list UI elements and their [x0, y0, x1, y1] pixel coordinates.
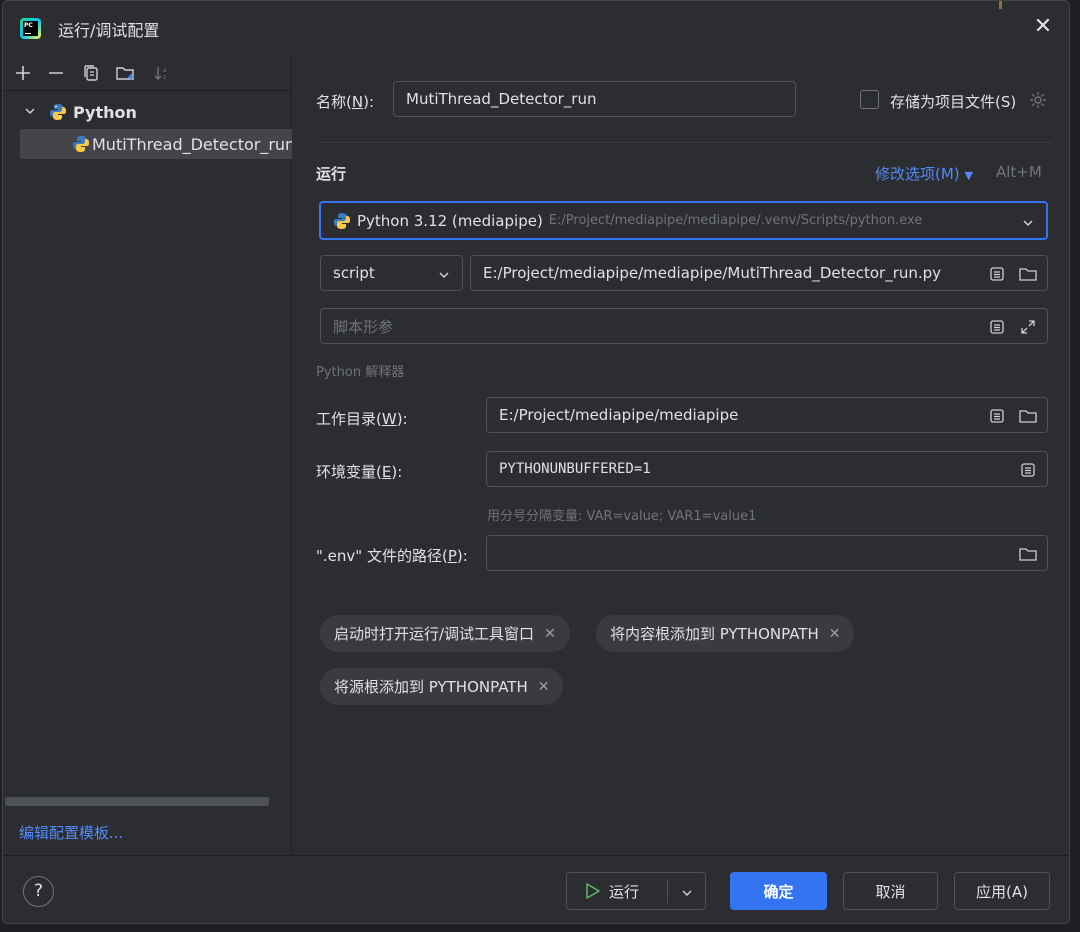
- name-label: 名称(N):: [316, 93, 374, 111]
- sort-icon: az: [150, 59, 174, 87]
- store-as-project-checkbox[interactable]: [860, 90, 879, 109]
- toolbar-divider: [3, 90, 292, 91]
- remove-chip-icon[interactable]: ✕: [538, 679, 550, 695]
- title-bar: PC 运行/调试配置 ✕: [3, 1, 1069, 55]
- python-run-config-icon: [72, 135, 90, 153]
- add-icon[interactable]: [11, 59, 35, 87]
- svg-text:a: a: [163, 67, 167, 74]
- tree-node-python[interactable]: Python: [20, 97, 137, 127]
- env-vars-hint: 用分号分隔变量: VAR=value; VAR1=value1: [487, 509, 757, 524]
- dialog-footer: ? 运行 确定 取消 应用(A): [3, 855, 1069, 923]
- svg-text:z: z: [163, 74, 166, 81]
- env-vars-input[interactable]: PYTHONUNBUFFERED=1: [486, 451, 1048, 487]
- interpreter-name: Python 3.12 (mediapipe): [357, 211, 543, 230]
- close-icon[interactable]: ✕: [1031, 15, 1055, 39]
- remove-chip-icon[interactable]: ✕: [544, 626, 556, 642]
- store-as-project-label: 存储为项目文件(S): [890, 93, 1017, 111]
- gear-icon[interactable]: [1028, 90, 1048, 114]
- chevron-down-icon[interactable]: [681, 885, 693, 903]
- dotenv-input[interactable]: [486, 535, 1048, 571]
- remove-chip-icon[interactable]: ✕: [829, 626, 841, 642]
- play-icon: [585, 882, 601, 900]
- config-editor: 名称(N): MutiThread_Detector_run 存储为项目文件(S…: [293, 55, 1069, 855]
- run-debug-config-dialog: PC 运行/调试配置 ✕ az Python MutiThread_Detect…: [2, 0, 1070, 924]
- expand-text-icon[interactable]: [987, 406, 1007, 426]
- help-button[interactable]: ?: [23, 876, 54, 907]
- script-type-select[interactable]: script: [320, 255, 463, 291]
- tree-node-config[interactable]: MutiThread_Detector_run: [20, 129, 292, 159]
- tree-node-label: MutiThread_Detector_run: [92, 134, 292, 154]
- python-icon: [333, 212, 351, 230]
- interpreter-hint: Python 解释器: [316, 365, 405, 380]
- apply-button[interactable]: 应用(A): [954, 872, 1050, 910]
- tree-node-label: Python: [73, 102, 137, 122]
- edit-templates-link[interactable]: 编辑配置模板...: [19, 822, 123, 843]
- modify-options-shortcut: Alt+M: [996, 163, 1042, 181]
- env-vars-label: 环境变量(E):: [316, 463, 403, 481]
- option-chip: 将内容根添加到 PYTHONPATH ✕: [596, 615, 855, 652]
- name-input[interactable]: MutiThread_Detector_run: [393, 81, 796, 117]
- chevron-down-icon: [1022, 215, 1034, 233]
- workdir-label: 工作目录(W):: [316, 410, 408, 428]
- folder-icon[interactable]: [1018, 544, 1038, 564]
- interpreter-path: E:/Project/mediapipe/mediapipe/.venv/Scr…: [548, 213, 923, 228]
- copy-icon[interactable]: [79, 59, 103, 87]
- dotenv-label: ".env" 文件的路径(P):: [316, 547, 468, 565]
- config-sidebar: az Python MutiThread_Detector_run 编辑配置模板…: [3, 55, 292, 855]
- python-icon: [49, 103, 67, 121]
- option-chip: 将源根添加到 PYTHONPATH ✕: [320, 668, 564, 705]
- script-params-input[interactable]: 脚本形参: [320, 308, 1048, 344]
- workdir-input[interactable]: E:/Project/mediapipe/mediapipe: [486, 397, 1048, 433]
- interpreter-select[interactable]: Python 3.12 (mediapipe) E:/Project/media…: [319, 201, 1048, 240]
- run-button[interactable]: 运行: [566, 872, 706, 910]
- option-chip: 启动时打开运行/调试工具窗口 ✕: [320, 615, 570, 652]
- expand-text-icon[interactable]: [987, 264, 1007, 284]
- horizontal-scrollbar[interactable]: [5, 797, 269, 806]
- window-title: 运行/调试配置: [58, 21, 160, 40]
- modify-options-link[interactable]: 修改选项(M) ▼: [875, 163, 973, 184]
- expand-text-icon[interactable]: [987, 317, 1007, 337]
- folder-icon[interactable]: [1018, 406, 1038, 426]
- chevron-down-icon: ▼: [964, 169, 973, 182]
- chevron-down-icon[interactable]: [20, 105, 40, 120]
- remove-icon[interactable]: [44, 59, 68, 87]
- folder-icon[interactable]: [1018, 264, 1038, 284]
- run-section-title: 运行: [316, 165, 347, 183]
- pycharm-logo-icon: PC: [20, 18, 41, 39]
- expand-text-icon[interactable]: [1018, 460, 1038, 480]
- chevron-down-icon: [438, 267, 450, 285]
- cancel-button[interactable]: 取消: [843, 872, 938, 910]
- ok-button[interactable]: 确定: [730, 872, 827, 910]
- section-divider: [317, 142, 1052, 143]
- split-divider: [667, 879, 668, 903]
- script-path-input[interactable]: E:/Project/mediapipe/mediapipe/MutiThrea…: [470, 255, 1048, 291]
- new-folder-icon[interactable]: [114, 59, 138, 87]
- expand-arrows-icon[interactable]: [1018, 317, 1038, 337]
